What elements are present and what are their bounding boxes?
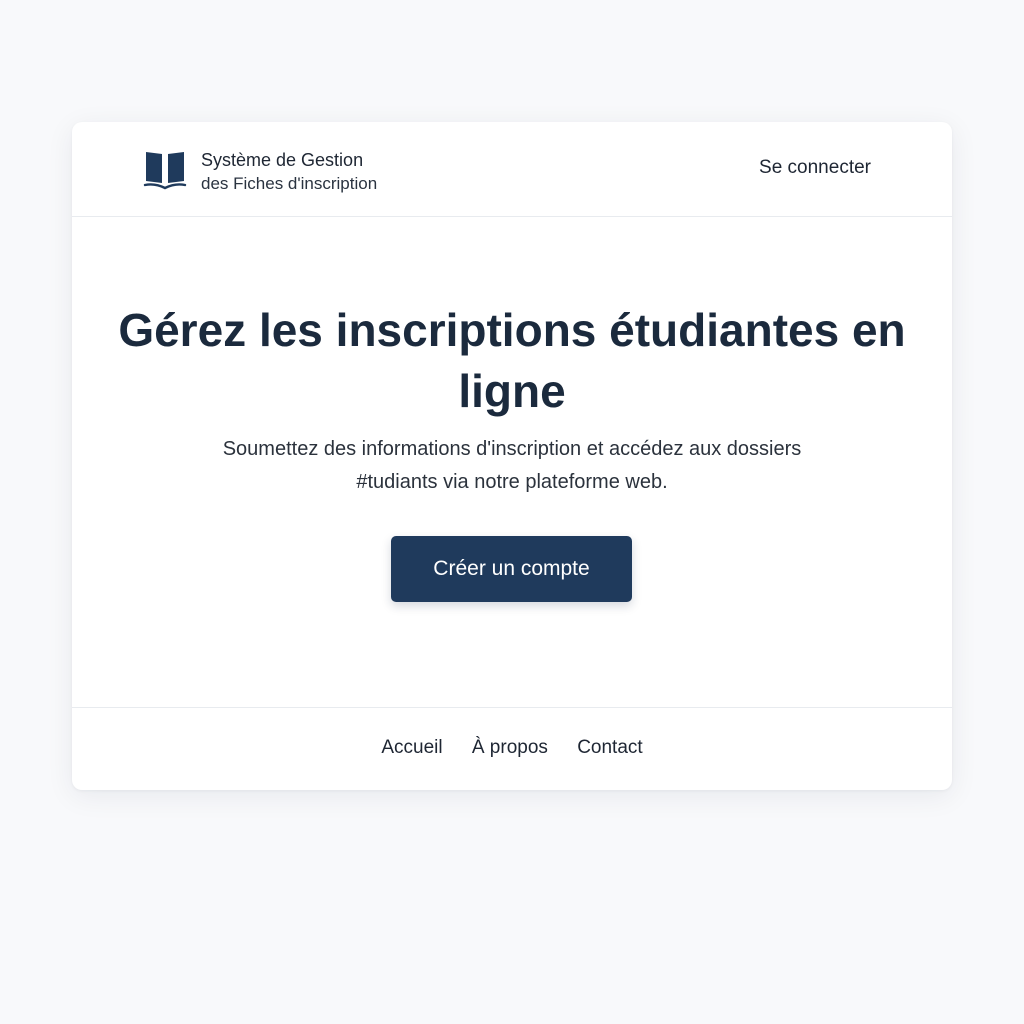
- main-card: Système de Gestion des Fiches d'inscript…: [72, 122, 952, 790]
- hero-section: Gérez les inscriptions étudiantes en lig…: [72, 217, 952, 707]
- open-book-icon: [143, 152, 187, 190]
- create-account-button[interactable]: Créer un compte: [391, 536, 632, 602]
- brand-name: Système de Gestion des Fiches d'inscript…: [201, 148, 377, 196]
- hero-title: Gérez les inscriptions étudiantes en lig…: [72, 300, 952, 422]
- footer-nav: Accueil À propos Contact: [72, 737, 952, 759]
- login-link[interactable]: Se connecter: [759, 157, 871, 179]
- hero-subtitle: Soumettez des informations d'inscription…: [222, 438, 802, 493]
- hero-title-text: Gérez les inscriptions étudiantes en lig…: [118, 304, 906, 417]
- footer-link-contact[interactable]: Contact: [577, 737, 642, 758]
- brand-subtitle: des Fiches d'inscription: [201, 174, 378, 193]
- footer-link-about[interactable]: À propos: [472, 737, 548, 758]
- brand-title: Système de Gestion: [201, 150, 364, 170]
- footer-link-home[interactable]: Accueil: [381, 737, 442, 758]
- site-header: Système de Gestion des Fiches d'inscript…: [72, 122, 952, 217]
- site-footer: Accueil À propos Contact: [72, 707, 952, 790]
